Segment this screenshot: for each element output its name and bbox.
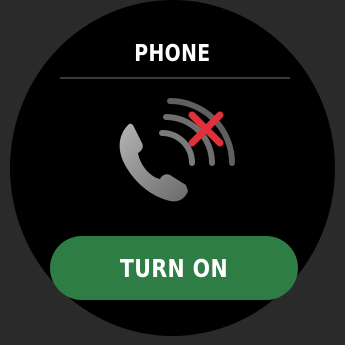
phone-disabled-icon (110, 89, 255, 209)
turn-on-button-label: TURN ON (119, 253, 229, 283)
divider (60, 77, 290, 79)
turn-on-button[interactable]: TURN ON (50, 236, 298, 300)
page-title: PHONE (134, 41, 211, 67)
